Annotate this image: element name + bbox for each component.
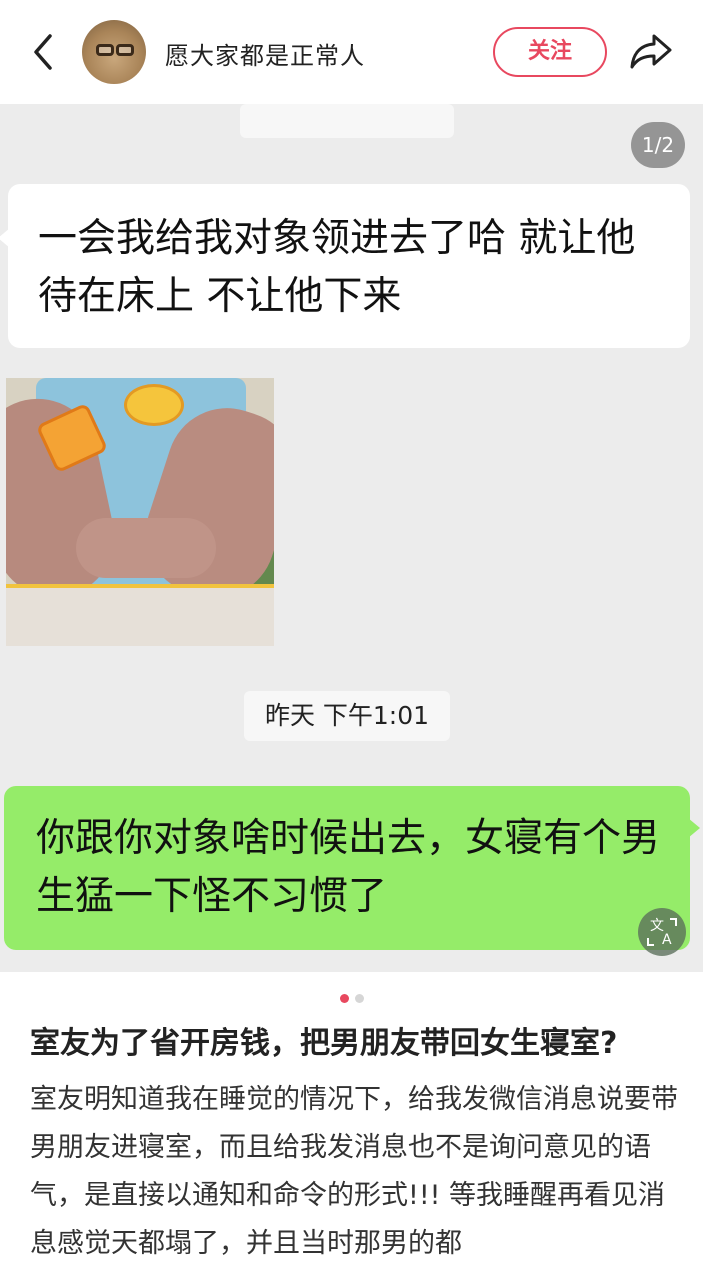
image-page-counter: 1/2 <box>631 122 685 168</box>
author-avatar[interactable] <box>82 20 146 84</box>
post-image-chat-screenshot[interactable]: 1/2 一会我给我对象领进去了哈 就让他待在床上 不让他下来 昨天 下午1:01… <box>0 104 703 972</box>
follow-button[interactable]: 关注 <box>493 27 607 77</box>
top-nav-bar: 愿大家都是正常人 关注 <box>0 0 703 104</box>
message-timestamp: 昨天 下午1:01 <box>244 691 450 741</box>
carousel-dot-active[interactable] <box>339 994 349 1003</box>
received-message-bubble: 一会我给我对象领进去了哈 就让他待在床上 不让他下来 <box>0 184 690 348</box>
translate-icon[interactable]: 文 A <box>638 908 686 956</box>
carousel-indicator <box>0 988 703 1003</box>
sticker-image <box>6 378 274 646</box>
post-title: 室友为了省开房钱，把男朋友带回女生寝室? <box>30 1026 618 1061</box>
share-icon[interactable] <box>628 30 674 72</box>
post-body: 室友明知道我在睡觉的情况下，给我发微信消息说要带男朋友进寝室，而且给我发消息也不… <box>30 1084 678 1259</box>
svg-text:A: A <box>662 932 672 948</box>
carousel-dot[interactable] <box>354 994 364 1003</box>
author-name[interactable]: 愿大家都是正常人 <box>165 36 365 71</box>
back-icon[interactable] <box>26 30 62 74</box>
sent-message-bubble: 你跟你对象啥时候出去，女寝有个男生猛一下怪不习惯了 <box>4 786 700 950</box>
cropped-timestamp <box>240 104 454 138</box>
